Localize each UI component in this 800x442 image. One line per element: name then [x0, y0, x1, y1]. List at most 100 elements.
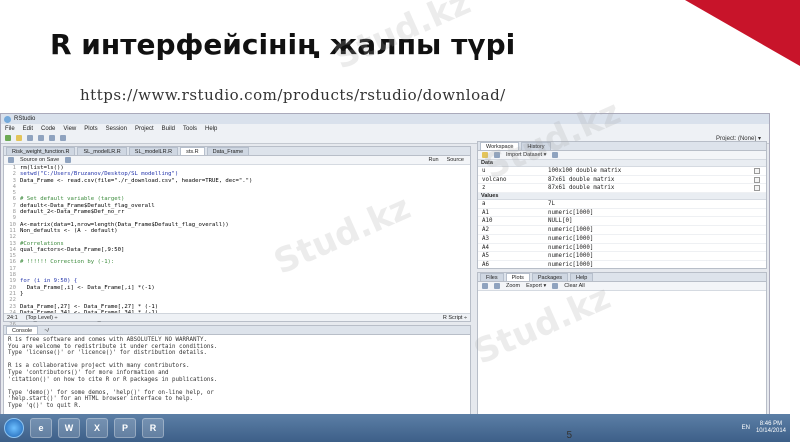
menu-code[interactable]: Code — [41, 126, 55, 132]
menu-help[interactable]: Help — [205, 126, 217, 132]
view-data-icon[interactable] — [754, 168, 760, 174]
zoom-button[interactable]: Zoom — [506, 283, 520, 289]
taskbar-app-excel[interactable]: X — [86, 418, 108, 438]
menu-project[interactable]: Project — [135, 126, 154, 132]
variable-name: A3 — [482, 235, 489, 242]
view-data-icon[interactable] — [754, 176, 760, 183]
variable-value: 87x61 double matrix — [548, 176, 615, 183]
new-file-icon[interactable] — [5, 135, 11, 141]
variable-name: z — [482, 185, 486, 192]
tab-packages[interactable]: Packages — [531, 273, 569, 281]
tab-plots[interactable]: Plots — [505, 273, 530, 281]
variable-value: 100x100 double matrix — [548, 168, 622, 174]
prev-plot-icon[interactable] — [482, 283, 488, 289]
import-dataset-button[interactable]: Import Dataset ▾ — [506, 152, 546, 158]
scope-selector[interactable]: (Top Level) ÷ — [26, 315, 58, 321]
editor-tabs: Risk_weight_function.R SL_modelLR.R SL_m… — [4, 147, 470, 156]
menu-session[interactable]: Session — [106, 126, 127, 132]
workspace-row[interactable]: A3 numeric[1000] — [478, 235, 766, 244]
source-button[interactable]: Source — [447, 157, 464, 163]
values-list: a 7L A1 numeric[1000] A10 NULL[0] A2 numeric[10… — [478, 200, 766, 268]
source-on-save-checkbox[interactable]: Source on Save — [20, 157, 59, 163]
menu-build[interactable]: Build — [162, 126, 175, 132]
variable-value: numeric[1000] — [548, 227, 594, 234]
editor-toolbar: Source on Save Run Source — [4, 156, 470, 165]
workspace-row[interactable]: z 87x61 double matrix — [478, 184, 766, 194]
clear-plots-button[interactable]: Clear All — [564, 283, 584, 289]
plots-toolbar: Zoom Export ▾ Clear All — [478, 282, 766, 291]
menu-view[interactable]: View — [63, 126, 76, 132]
remove-plot-icon[interactable] — [552, 283, 559, 289]
next-plot-icon[interactable] — [494, 283, 500, 289]
language-indicator[interactable]: EN — [742, 425, 750, 431]
view-data-icon[interactable] — [754, 185, 760, 192]
code-editor[interactable]: 1 rm(list=ls()) 2 setwd("C:/Users/Bruzanov/… — [4, 165, 470, 335]
save-icon[interactable] — [27, 135, 33, 141]
load-workspace-icon[interactable] — [482, 152, 488, 158]
clear-workspace-icon[interactable] — [552, 152, 559, 158]
menu-plots[interactable]: Plots — [84, 126, 97, 132]
save-workspace-icon[interactable] — [494, 152, 500, 158]
workspace-toolbar: Import Dataset ▾ — [478, 151, 766, 160]
variable-value: numeric[1000] — [548, 253, 594, 260]
rstudio-logo-icon — [4, 115, 11, 123]
workspace-row[interactable]: A10 NULL[0] — [478, 217, 766, 227]
code-text: default_2<-Data_Frame$Def_no_rr — [20, 209, 125, 216]
tab-workspace[interactable]: Workspace — [480, 142, 520, 150]
tab-data-frame[interactable]: Data_Frame — [206, 147, 250, 155]
code-text: } — [20, 290, 24, 297]
files-pane: Files Plots Packages Help Zoom Export ▾ … — [477, 272, 767, 419]
files-tabs: Files Plots Packages Help — [478, 273, 766, 282]
workspace-row[interactable]: A2 numeric[1000] — [478, 226, 766, 235]
tab-console[interactable]: Console — [6, 326, 39, 334]
workspace-row[interactable]: u 100x100 double matrix — [478, 167, 766, 176]
workspace-row[interactable]: A6 numeric[1000] — [478, 261, 766, 268]
taskbar-app-word[interactable]: W — [58, 418, 80, 438]
clock-time: 8:46 PM — [759, 421, 783, 427]
export-button[interactable]: Export ▾ — [526, 283, 546, 289]
variable-value: numeric[1000] — [548, 244, 594, 251]
menu-edit[interactable]: Edit — [23, 126, 33, 132]
save-all-icon[interactable] — [38, 135, 44, 141]
windows-taskbar: e W X P R EN 8:46 PM 10/14/2014 — [0, 414, 790, 442]
tab-risk-weight-function[interactable]: Risk_weight_function.R — [6, 147, 76, 155]
open-folder-icon[interactable] — [16, 135, 22, 141]
search-icon[interactable] — [65, 157, 72, 163]
variable-value: numeric[1000] — [548, 209, 594, 216]
tab-history[interactable]: History — [521, 142, 551, 150]
download-url[interactable]: https://www.rstudio.com/products/rstudio… — [80, 86, 506, 104]
editor-pane: Risk_weight_function.R SL_modelLR.R SL_m… — [3, 146, 471, 335]
corner-accent — [685, 0, 800, 66]
workspace-row[interactable]: volcano 87x61 double matrix — [478, 176, 766, 185]
back-arrow-icon[interactable] — [8, 157, 14, 163]
code-text: Data_Frame <- read.csv(file="./r_downloa… — [20, 177, 253, 184]
file-type-selector[interactable]: R Script ÷ — [443, 315, 467, 321]
window-title: RStudio — [14, 116, 36, 122]
print-icon[interactable] — [49, 135, 55, 141]
menu-file[interactable]: File — [5, 126, 15, 132]
tab-sl-model-lr-2[interactable]: SL_modelLR.R — [128, 147, 179, 155]
taskbar-app-rstudio[interactable]: R — [142, 418, 164, 438]
workspace-row[interactable]: A1 numeric[1000] — [478, 209, 766, 218]
workspace-row[interactable]: A5 numeric[1000] — [478, 252, 766, 261]
workspace-row[interactable]: a 7L — [478, 200, 766, 209]
workspace-pane: Workspace History Import Dataset ▾ Data … — [477, 141, 767, 269]
tab-files[interactable]: Files — [480, 273, 504, 281]
goto-file-icon[interactable] — [60, 135, 66, 141]
variable-value: numeric[1000] — [548, 261, 594, 268]
console-path: ~/ — [44, 328, 49, 334]
tab-sts[interactable]: sts.R — [180, 147, 205, 155]
taskbar-app-powerpoint[interactable]: P — [114, 418, 136, 438]
clock[interactable]: 8:46 PM 10/14/2014 — [756, 421, 786, 435]
menu-tools[interactable]: Tools — [183, 126, 197, 132]
variable-value: numeric[1000] — [548, 235, 594, 242]
taskbar-app-ie[interactable]: e — [30, 418, 52, 438]
workspace-row[interactable]: A4 numeric[1000] — [478, 244, 766, 253]
slide-title: R интерфейсінің жалпы түрі — [50, 28, 516, 61]
start-button-icon[interactable] — [4, 418, 24, 438]
tab-sl-model-lr[interactable]: SL_modelLR.R — [77, 147, 127, 155]
tab-help[interactable]: Help — [570, 273, 594, 281]
run-button[interactable]: Run — [428, 157, 438, 163]
variable-value: 7L — [548, 201, 555, 208]
code-text: # !!!!!! Correction by (-1): — [20, 259, 115, 266]
